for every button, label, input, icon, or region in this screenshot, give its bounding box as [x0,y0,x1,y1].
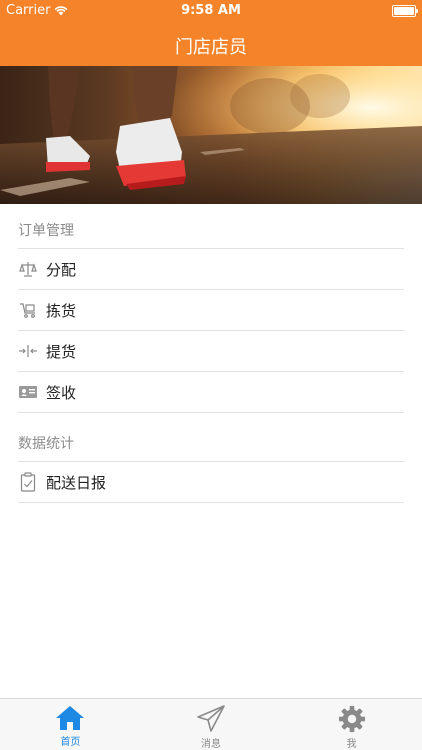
gear-icon [338,705,365,733]
runner-illustration [0,66,422,204]
menu-item-assign[interactable]: 分配 [18,249,404,290]
cart-icon [18,300,38,320]
menu-item-label: 配送日报 [46,473,107,492]
status-bar: Carrier 9:58 AM [0,0,422,22]
menu-item-signoff[interactable]: 签收 [18,372,404,413]
tab-label: 消息 [201,739,221,750]
menu-item-daily-delivery-report[interactable]: 配送日报 [18,462,404,503]
tab-me[interactable]: 我 [281,699,422,750]
split-arrows-icon [18,341,38,361]
tab-home[interactable]: 首页 [0,699,141,750]
banner-image [0,66,422,204]
menu-item-label: 拣货 [46,301,77,320]
scale-icon [18,259,38,279]
menu-list: 订单管理 分配 拣货 提货 签收 数据统计 配送日报 [18,204,404,503]
menu-item-label: 分配 [46,260,77,279]
menu-item-pickup[interactable]: 提货 [18,331,404,372]
menu-item-picking[interactable]: 拣货 [18,290,404,331]
tab-label: 首页 [60,737,81,748]
tab-bar: 首页 消息 我 [0,698,422,750]
section-header-order-management: 订单管理 [18,204,404,249]
clipboard-icon [18,472,38,492]
page-title: 门店店员 [175,37,247,58]
battery-icon [392,5,418,17]
top-bar: Carrier 9:58 AM 门店店员 [0,0,422,66]
section-header-statistics: 数据统计 [18,417,404,462]
id-card-icon [18,382,38,402]
tab-label: 我 [346,739,357,750]
status-time: 9:58 AM [181,3,241,18]
paper-plane-icon [197,705,225,732]
menu-item-label: 签收 [46,383,77,402]
home-icon [56,706,85,730]
menu-item-label: 提货 [46,342,77,361]
tab-messages[interactable]: 消息 [141,699,282,750]
